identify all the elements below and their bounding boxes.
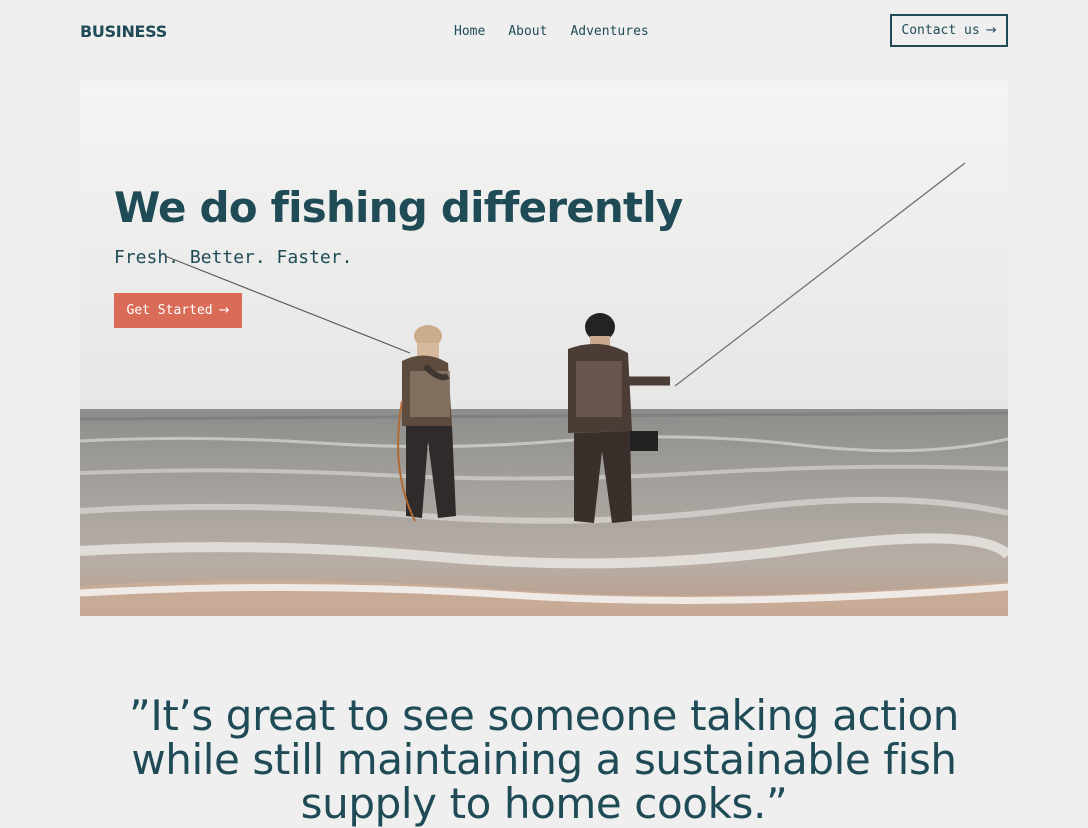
main-nav: Home About Adventures	[454, 24, 649, 39]
logo[interactable]: BUSINESS	[80, 22, 167, 41]
arrow-right-icon: →	[218, 303, 230, 318]
contact-us-label: Contact us	[901, 23, 980, 38]
nav-adventures[interactable]: Adventures	[570, 24, 648, 39]
contact-us-button[interactable]: Contact us →	[890, 14, 1008, 47]
site-header: BUSINESS Home About Adventures Contact u…	[80, 0, 1008, 64]
nav-about[interactable]: About	[508, 24, 547, 39]
get-started-button[interactable]: Get Started →	[114, 293, 242, 328]
hero-section: We do fishing differently Fresh. Better.…	[80, 81, 1008, 616]
nav-home[interactable]: Home	[454, 24, 485, 39]
hero-subtitle: Fresh. Better. Faster.	[114, 247, 353, 268]
testimonial-quote: ”It’s great to see someone taking action…	[129, 691, 959, 828]
hero-image	[80, 81, 1008, 616]
get-started-label: Get Started	[126, 303, 213, 318]
arrow-right-icon: →	[985, 23, 997, 38]
hero-title: We do fishing differently	[114, 183, 683, 232]
